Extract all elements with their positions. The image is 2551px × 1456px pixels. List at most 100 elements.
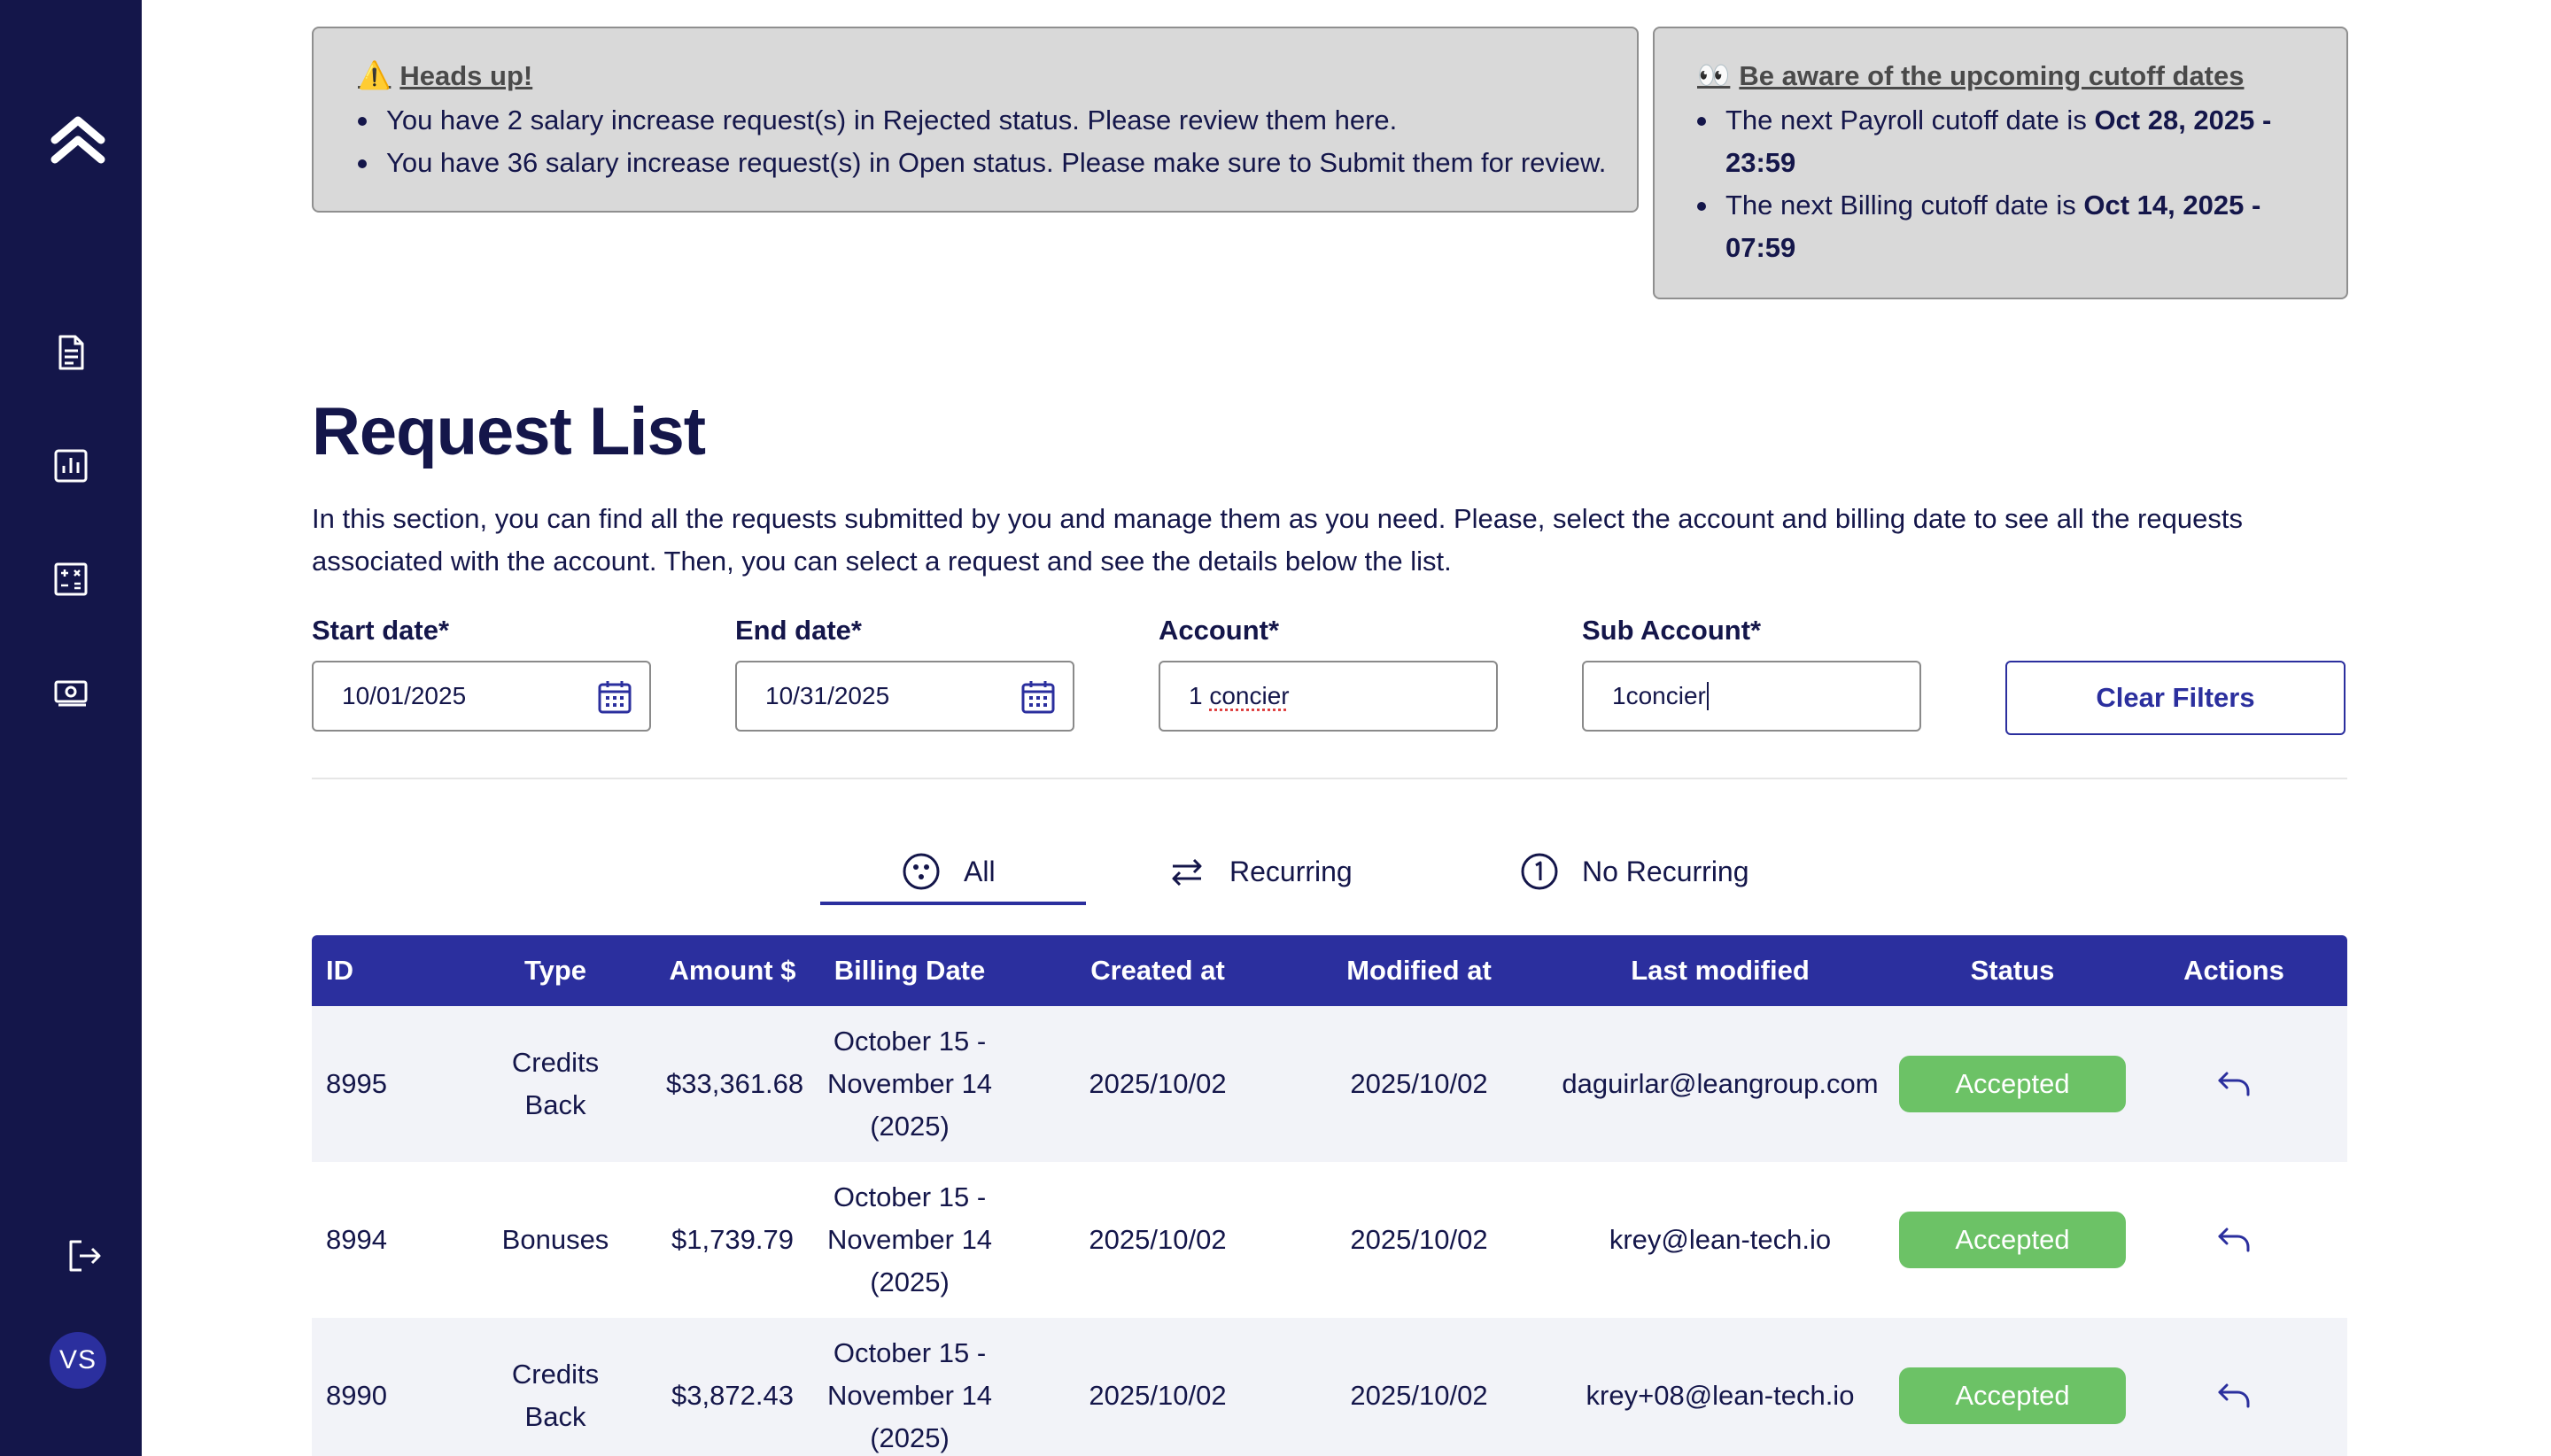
logout-icon bbox=[66, 1236, 105, 1275]
start-date-input[interactable]: 10/01/2025 bbox=[312, 661, 651, 732]
heads-up-title[interactable]: ⚠️ Heads up! bbox=[358, 58, 1637, 94]
start-date-value: 10/01/2025 bbox=[342, 682, 466, 710]
billing-cutoff: The next Billing cutoff date is Oct 14, … bbox=[1697, 184, 2293, 269]
header-id[interactable]: ID bbox=[312, 949, 445, 992]
status-badge: Accepted bbox=[1899, 1212, 2126, 1268]
list-item: You have 36 salary increase request(s) i… bbox=[358, 142, 1637, 184]
account-input[interactable]: 1 concier bbox=[1159, 661, 1498, 732]
clear-filters-button[interactable]: Clear Filters bbox=[2005, 661, 2346, 735]
tab-recurring[interactable]: Recurring bbox=[1167, 836, 1353, 907]
cell-billing-line: (2025) bbox=[799, 1105, 1020, 1148]
logout-button[interactable] bbox=[62, 1233, 108, 1279]
cell-type: Bonuses bbox=[445, 1219, 666, 1261]
sidebar: VS bbox=[0, 0, 142, 1456]
payroll-cutoff: The next Payroll cutoff date is Oct 28, … bbox=[1697, 99, 2293, 184]
tab-no-recurring-label: No Recurring bbox=[1582, 856, 1749, 888]
cell-billing-line: November 14 bbox=[799, 1375, 1020, 1417]
undo-icon[interactable] bbox=[2214, 1220, 2253, 1259]
text-caret bbox=[1707, 682, 1709, 710]
sidebar-item-requests[interactable] bbox=[48, 329, 94, 376]
cell-status: Accepted bbox=[1897, 1056, 2128, 1112]
table-row[interactable]: 8990 Credits Back $3,872.43 October 15 - N… bbox=[312, 1318, 2347, 1456]
cutoff-title[interactable]: 👀 Be aware of the upcoming cutoff dates bbox=[1697, 58, 2346, 94]
header-billing-date[interactable]: Billing Date bbox=[799, 949, 1020, 992]
all-icon bbox=[902, 852, 941, 891]
header-last-modified[interactable]: Last modified bbox=[1543, 949, 1897, 992]
tab-no-recurring[interactable]: No Recurring bbox=[1520, 836, 1749, 907]
cell-type-line: Credits bbox=[445, 1353, 666, 1396]
cell-amount: $33,361.68 bbox=[666, 1063, 799, 1105]
account-label: Account* bbox=[1159, 615, 1279, 647]
tab-all-label: All bbox=[964, 856, 996, 888]
payroll-cutoff-label: The next Payroll cutoff date is bbox=[1725, 105, 2094, 136]
page-description: In this section, you can find all the re… bbox=[312, 498, 2349, 583]
cell-status: Accepted bbox=[1897, 1367, 2128, 1424]
avatar[interactable]: VS bbox=[50, 1332, 106, 1389]
calculator-icon bbox=[51, 560, 90, 599]
tab-recurring-label: Recurring bbox=[1229, 856, 1353, 888]
tab-all[interactable]: All bbox=[902, 836, 996, 907]
sub-account-input[interactable]: 1concier bbox=[1582, 661, 1921, 732]
sidebar-item-reports[interactable] bbox=[48, 443, 94, 489]
cutoff-link[interactable]: Be aware of the upcoming cutoff dates bbox=[1739, 58, 2244, 94]
cell-type-line: Credits bbox=[445, 1042, 666, 1084]
account-value: concier bbox=[1209, 682, 1289, 710]
cell-amount: $3,872.43 bbox=[666, 1375, 799, 1417]
cell-type-line: Bonuses bbox=[445, 1219, 666, 1261]
cell-billing-line: November 14 bbox=[799, 1063, 1020, 1105]
header-status[interactable]: Status bbox=[1897, 949, 2128, 992]
list-item: You have 2 salary increase request(s) in… bbox=[358, 99, 1637, 142]
warning-icon: ⚠️ bbox=[358, 58, 391, 94]
sidebar-item-payments[interactable] bbox=[48, 670, 94, 716]
header-amount[interactable]: Amount $ bbox=[666, 949, 799, 992]
heads-up-list: You have 2 salary increase request(s) in… bbox=[358, 99, 1637, 184]
table-row[interactable]: 8995 Credits Back $33,361.68 October 15 -… bbox=[312, 1006, 2347, 1162]
header-actions: Actions bbox=[2128, 949, 2340, 992]
cell-actions bbox=[2128, 1065, 2340, 1104]
cell-actions bbox=[2128, 1220, 2340, 1259]
cell-modified-at: 2025/10/02 bbox=[1295, 1375, 1543, 1417]
header-type[interactable]: Type bbox=[445, 949, 666, 992]
start-date-label: Start date* bbox=[312, 615, 449, 647]
cell-type-line: Back bbox=[445, 1396, 666, 1438]
table-row[interactable]: 8994 Bonuses $1,739.79 October 15 - Novem… bbox=[312, 1162, 2347, 1318]
calendar-icon[interactable] bbox=[1020, 678, 1057, 716]
cell-id: 8995 bbox=[312, 1063, 445, 1105]
cell-billing-line: (2025) bbox=[799, 1261, 1020, 1304]
table-header: ID Type Amount $ Billing Date Created at… bbox=[312, 935, 2347, 1006]
cell-billing-date: October 15 - November 14 (2025) bbox=[799, 1332, 1020, 1456]
cell-billing-date: October 15 - November 14 (2025) bbox=[799, 1176, 1020, 1304]
cell-created-at: 2025/10/02 bbox=[1020, 1063, 1295, 1105]
cell-modified-at: 2025/10/02 bbox=[1295, 1219, 1543, 1261]
page-title: Request List bbox=[312, 393, 705, 470]
cell-last-modified: daguirlar@leangroup.com bbox=[1543, 1063, 1897, 1105]
end-date-label: End date* bbox=[735, 615, 862, 647]
cell-billing-date: October 15 - November 14 (2025) bbox=[799, 1020, 1020, 1148]
cell-type: Credits Back bbox=[445, 1353, 666, 1438]
end-date-input[interactable]: 10/31/2025 bbox=[735, 661, 1074, 732]
cell-last-modified: krey+08@lean-tech.io bbox=[1543, 1375, 1897, 1417]
heads-up-alert: ⚠️ Heads up! You have 2 salary increase … bbox=[312, 27, 1639, 213]
requests-table: ID Type Amount $ Billing Date Created at… bbox=[312, 935, 2347, 1456]
cell-amount: $1,739.79 bbox=[666, 1219, 799, 1261]
recurring-icon bbox=[1167, 852, 1206, 891]
header-created-at[interactable]: Created at bbox=[1020, 949, 1295, 992]
undo-icon[interactable] bbox=[2214, 1376, 2253, 1415]
sub-account-value: 1concier bbox=[1612, 682, 1706, 710]
header-modified-at[interactable]: Modified at bbox=[1295, 949, 1543, 992]
cell-billing-line: October 15 - bbox=[799, 1332, 1020, 1375]
cell-last-modified: krey@lean-tech.io bbox=[1543, 1219, 1897, 1261]
logo-icon[interactable] bbox=[50, 113, 106, 167]
cell-id: 8990 bbox=[312, 1375, 445, 1417]
status-badge: Accepted bbox=[1899, 1367, 2126, 1424]
sidebar-item-calculator[interactable] bbox=[48, 556, 94, 602]
cell-billing-line: (2025) bbox=[799, 1417, 1020, 1456]
billing-cutoff-label: The next Billing cutoff date is bbox=[1725, 190, 2083, 221]
cell-status: Accepted bbox=[1897, 1212, 2128, 1268]
calendar-icon[interactable] bbox=[596, 678, 633, 716]
heads-up-link[interactable]: Heads up! bbox=[399, 58, 532, 94]
undo-icon[interactable] bbox=[2214, 1065, 2253, 1104]
cell-modified-at: 2025/10/02 bbox=[1295, 1063, 1543, 1105]
cell-billing-line: November 14 bbox=[799, 1219, 1020, 1261]
cutoff-list: The next Payroll cutoff date is Oct 28, … bbox=[1697, 99, 2346, 269]
